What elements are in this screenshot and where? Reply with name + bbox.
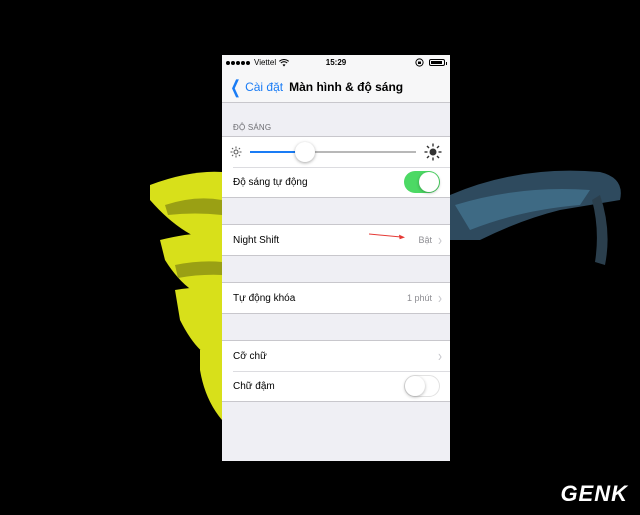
night-shift-group: Night Shift Bật › bbox=[222, 224, 450, 256]
toggle-knob bbox=[419, 172, 439, 192]
red-arrow-annotation bbox=[369, 233, 405, 240]
bold-text-row: Chữ đậm bbox=[222, 371, 450, 401]
text-size-row[interactable]: Cỡ chữ › bbox=[222, 341, 450, 371]
genk-watermark-logo: GENK bbox=[560, 481, 628, 506]
rotation-lock-icon bbox=[415, 58, 424, 67]
auto-brightness-toggle[interactable] bbox=[404, 171, 440, 193]
chevron-left-icon: ❮ bbox=[230, 76, 241, 97]
brightness-slider[interactable] bbox=[250, 142, 416, 162]
back-button-label: Cài đặt bbox=[245, 79, 284, 94]
bold-text-label: Chữ đậm bbox=[233, 380, 275, 392]
brightness-group: Độ sáng tự động bbox=[222, 136, 450, 198]
auto-lock-group: Tự động khóa 1 phút › bbox=[222, 282, 450, 314]
auto-lock-row[interactable]: Tự động khóa 1 phút › bbox=[222, 283, 450, 313]
bold-text-toggle[interactable] bbox=[404, 375, 440, 397]
auto-lock-value: 1 phút bbox=[406, 293, 432, 303]
phone-screen: Viettel 15:29 ❮ Cài đặt Màn hình & độ sá… bbox=[222, 55, 450, 461]
toggle-knob bbox=[405, 376, 425, 396]
text-size-label: Cỡ chữ bbox=[233, 350, 267, 362]
brightness-high-icon bbox=[424, 143, 442, 161]
page-title: Màn hình & độ sáng bbox=[289, 79, 404, 94]
auto-brightness-label: Độ sáng tự động bbox=[233, 176, 308, 188]
brightness-slider-row bbox=[222, 137, 450, 167]
auto-lock-label: Tự động khóa bbox=[233, 292, 296, 304]
auto-brightness-row: Độ sáng tự động bbox=[222, 167, 450, 197]
night-shift-row[interactable]: Night Shift Bật › bbox=[222, 225, 450, 255]
brightness-low-icon bbox=[230, 146, 242, 158]
chevron-right-icon: › bbox=[438, 230, 442, 250]
text-group: Cỡ chữ › Chữ đậm bbox=[222, 340, 450, 402]
section-header-brightness: ĐỘ SÁNG bbox=[233, 123, 272, 132]
night-shift-value: Bật bbox=[418, 235, 432, 245]
back-button[interactable]: ❮ Cài đặt bbox=[228, 76, 284, 97]
chevron-right-icon: › bbox=[438, 346, 442, 366]
brightness-slider-thumb[interactable] bbox=[294, 142, 315, 162]
status-bar: Viettel 15:29 bbox=[222, 55, 450, 71]
navigation-bar: ❮ Cài đặt Màn hình & độ sáng bbox=[222, 71, 450, 103]
battery-icon bbox=[429, 59, 447, 66]
chevron-right-icon: › bbox=[438, 288, 442, 308]
